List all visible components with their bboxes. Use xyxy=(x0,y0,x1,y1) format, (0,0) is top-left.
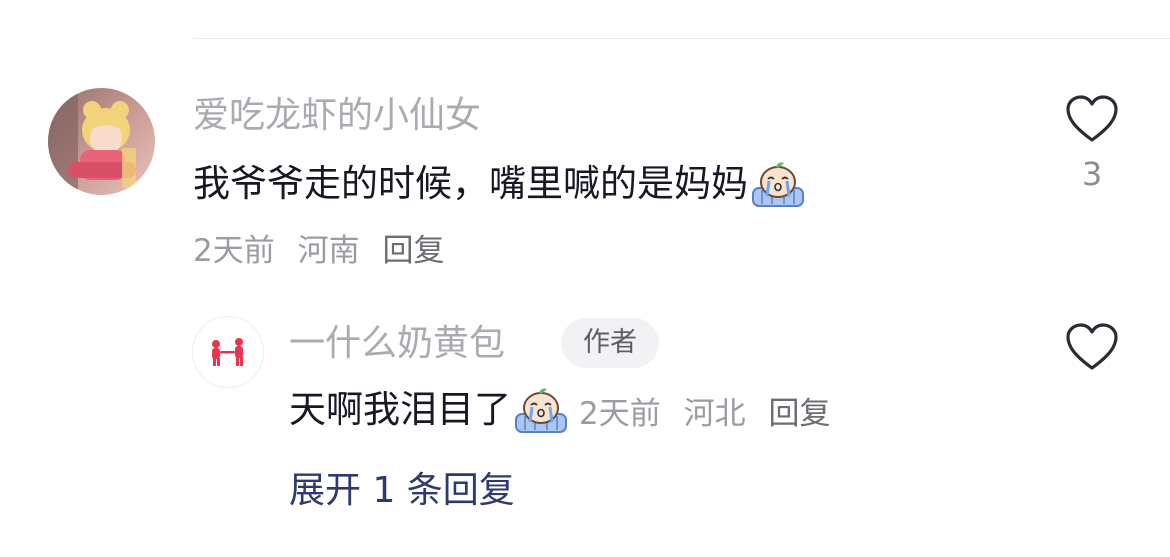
reply-username[interactable]: 一什么奶黄包 xyxy=(289,322,505,366)
like-count: 3 xyxy=(1081,155,1103,193)
username[interactable]: 爱吃龙虾的小仙女 xyxy=(193,94,481,138)
reply-content: 天啊我泪目了 2天前 河北 回复 xyxy=(289,386,843,434)
reply-avatar[interactable] xyxy=(192,316,264,388)
heart-outline-icon[interactable] xyxy=(1064,322,1120,372)
comment-body: 我爷爷走的时候，嘴里喊的是妈妈 xyxy=(193,162,748,205)
expand-replies-button[interactable]: 展开 1 条回复 xyxy=(289,468,515,514)
reply-time: 2天前 xyxy=(579,395,661,432)
reply-body: 天啊我泪目了 xyxy=(289,388,511,431)
comment-location: 河南 xyxy=(297,233,360,269)
reply-location: 河北 xyxy=(683,395,746,432)
crying-emoji-icon xyxy=(750,160,806,208)
avatar[interactable] xyxy=(48,88,155,195)
comment-time: 2天前 xyxy=(193,233,275,269)
author-badge: 作者 xyxy=(561,318,659,368)
reply-reply-button[interactable]: 回复 xyxy=(768,396,830,432)
crying-emoji-icon xyxy=(513,386,569,434)
reply-meta: 2天前 河北 回复 xyxy=(579,388,843,433)
comment-section: 爱吃龙虾的小仙女 我爷爷走的时候，嘴里喊的是妈妈 2天前 河南 回复 3 一什么… xyxy=(0,0,1170,557)
divider xyxy=(193,38,1170,39)
comment-text: 我爷爷走的时候，嘴里喊的是妈妈 xyxy=(193,160,806,208)
reply-like-button[interactable] xyxy=(1062,322,1122,372)
like-button[interactable]: 3 xyxy=(1062,94,1122,194)
comment-meta: 2天前 河南 回复 xyxy=(193,231,457,271)
heart-outline-icon[interactable] xyxy=(1064,94,1120,144)
reply-button[interactable]: 回复 xyxy=(382,233,444,269)
